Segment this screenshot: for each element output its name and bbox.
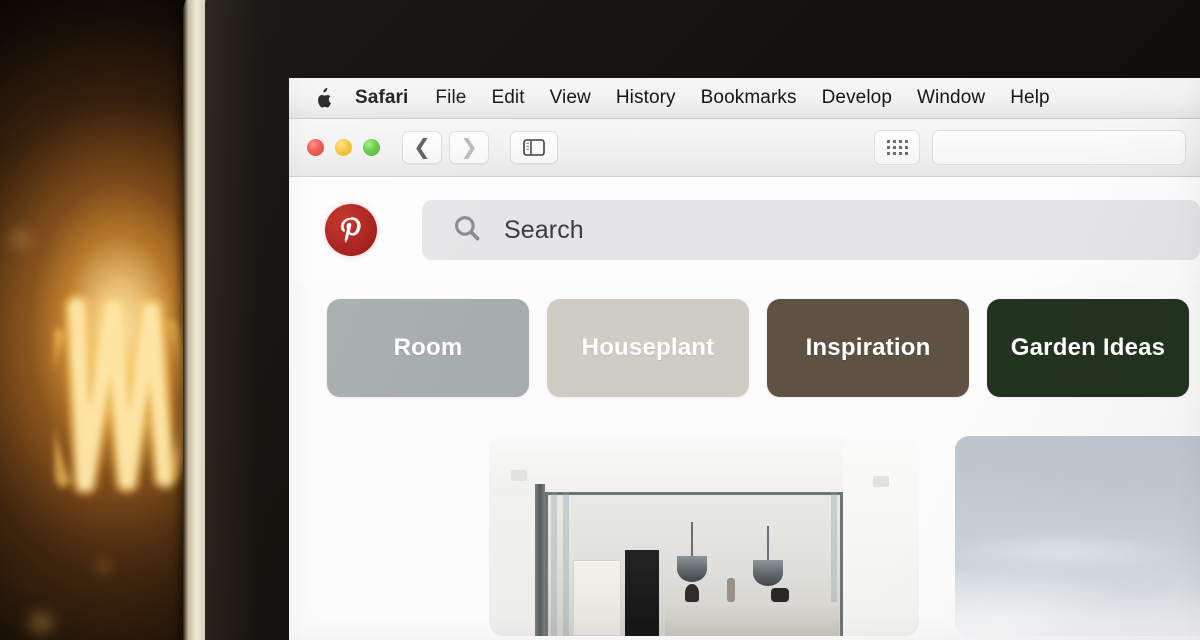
category-tile-label: Room (393, 334, 463, 361)
safari-toolbar: ❮ ❯ (289, 119, 1200, 177)
category-tile-inspiration[interactable]: Inspiration (767, 299, 969, 397)
pinterest-header: Search (289, 177, 1200, 283)
apple-logo-icon[interactable] (315, 87, 333, 109)
category-tile-garden-ideas[interactable]: Garden Ideas (987, 299, 1189, 397)
menu-item-history[interactable]: History (616, 87, 676, 109)
macos-menu-bar: Safari File Edit View History Bookmarks … (289, 78, 1200, 119)
menu-item-file[interactable]: File (435, 87, 466, 109)
zoom-window-button[interactable] (363, 139, 380, 156)
close-window-button[interactable] (307, 139, 324, 156)
laptop-screen: Safari File Edit View History Bookmarks … (289, 78, 1200, 640)
pin-image (489, 436, 919, 636)
menu-item-bookmarks[interactable]: Bookmarks (701, 87, 797, 109)
category-tile-label: Garden Ideas (1010, 334, 1166, 361)
window-traffic-lights (307, 139, 380, 156)
back-button[interactable]: ❮ (402, 131, 442, 164)
pinterest-logo-icon[interactable] (325, 204, 377, 256)
pin-grid (289, 436, 1200, 636)
category-tile-label: Inspiration (805, 334, 931, 361)
tab-overview-button[interactable] (874, 130, 920, 165)
minimize-window-button[interactable] (335, 139, 352, 156)
chevron-right-icon: ❯ (460, 136, 478, 159)
category-tile-label: Houseplant (581, 334, 715, 361)
sidebar-toggle-button[interactable] (510, 131, 558, 164)
menu-item-edit[interactable]: Edit (491, 87, 524, 109)
menu-item-safari[interactable]: Safari (355, 87, 408, 109)
category-tiles: Room Houseplant Inspiration Garden Ideas (289, 299, 1200, 397)
screenshot-stage: Safari File Edit View History Bookmarks … (0, 0, 1200, 640)
pin-image (955, 436, 1200, 636)
sky-clouds-pin[interactable] (955, 436, 1200, 636)
address-bar-input[interactable] (932, 130, 1186, 165)
pinterest-page: Search Room Houseplant Inspiration Garde… (289, 177, 1200, 640)
search-input[interactable]: Search (422, 200, 1200, 260)
search-icon (452, 213, 482, 248)
menu-item-window[interactable]: Window (917, 87, 985, 109)
menu-item-view[interactable]: View (550, 87, 591, 109)
kitchen-bifold-doors-pin[interactable] (489, 436, 919, 636)
chevron-left-icon: ❮ (413, 136, 431, 159)
category-tile-room[interactable]: Room (327, 299, 529, 397)
grid-dots-icon (886, 140, 908, 155)
category-tile-houseplant[interactable]: Houseplant (547, 299, 749, 397)
forward-button[interactable]: ❯ (449, 131, 489, 164)
sidebar-toggle-icon (523, 139, 545, 156)
search-placeholder-text: Search (504, 215, 584, 244)
menu-item-help[interactable]: Help (1010, 87, 1049, 109)
menu-item-develop[interactable]: Develop (822, 87, 892, 109)
